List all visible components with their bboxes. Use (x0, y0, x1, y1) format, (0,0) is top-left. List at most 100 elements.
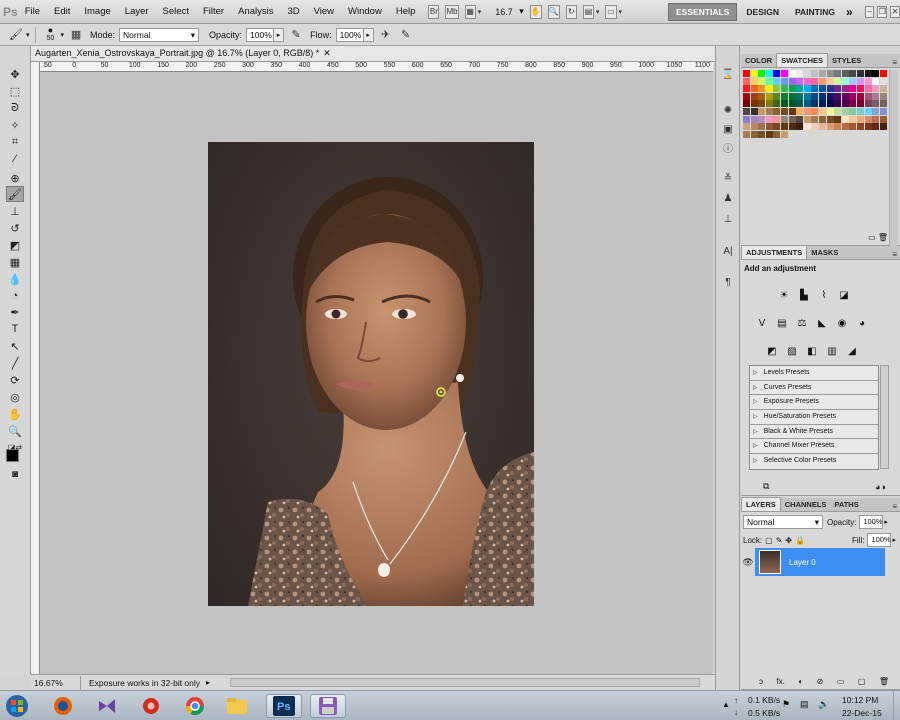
panel-menu-icon[interactable]: ≡ (889, 250, 900, 259)
preset-item[interactable]: ▷ Hue/Saturation Presets (750, 410, 878, 425)
color-swatch[interactable] (872, 108, 880, 115)
clip-to-layer-icon[interactable]: ⧉ (763, 481, 769, 492)
color-swatch[interactable] (781, 115, 788, 123)
color-swatch[interactable] (879, 100, 887, 108)
chrome-icon[interactable] (180, 694, 210, 718)
color-swatch[interactable] (834, 85, 842, 93)
eye-icon[interactable]: 👁 (741, 548, 755, 576)
hue-saturation-icon[interactable]: ▤ (775, 316, 789, 330)
color-swatch[interactable] (781, 130, 788, 138)
pressure-opacity-icon[interactable]: ✎ (288, 27, 304, 43)
preset-item[interactable]: ▷ Selective Color Presets (750, 454, 878, 469)
delete-layer-icon[interactable]: 🗑 (879, 677, 889, 686)
brush-panel-icon[interactable]: ≚ (720, 170, 736, 186)
color-swatch[interactable] (819, 123, 826, 131)
color-swatch[interactable] (864, 108, 872, 115)
color-swatch[interactable] (864, 92, 872, 100)
vibrance-icon[interactable]: V (755, 316, 769, 330)
color-swatch[interactable] (841, 85, 849, 93)
color-swatch[interactable] (879, 108, 887, 115)
color-swatch[interactable] (841, 123, 849, 131)
brush-tool-icon[interactable]: 🖌 (6, 186, 24, 202)
color-swatch[interactable] (819, 77, 826, 85)
type-tool-icon[interactable]: T (6, 321, 24, 337)
3d-rotate-tool-icon[interactable]: ⟳ (6, 372, 24, 388)
chevron-down-icon[interactable]: ▾ (26, 31, 30, 39)
info-panel-icon[interactable]: ⓘ (720, 139, 736, 155)
color-swatch[interactable] (841, 77, 849, 85)
photoshop-taskbar-icon[interactable]: Ps (266, 694, 302, 718)
workspace-essentials[interactable]: ESSENTIALS (668, 2, 738, 21)
lock-all-icon[interactable]: 🔒 (795, 536, 805, 545)
color-swatch[interactable] (826, 115, 834, 123)
color-swatch[interactable] (849, 70, 857, 77)
color-swatch[interactable] (819, 85, 826, 93)
visual-studio-icon[interactable] (92, 694, 122, 718)
path-selection-tool-icon[interactable]: ↖ (6, 338, 24, 354)
brightness-contrast-icon[interactable]: ☀ (777, 288, 791, 302)
preset-item[interactable]: ▷ Black & White Presets (750, 425, 878, 440)
menu-help[interactable]: Help (389, 0, 423, 24)
color-swatch[interactable] (743, 70, 750, 77)
color-swatch[interactable] (826, 108, 834, 115)
menu-analysis[interactable]: Analysis (231, 0, 280, 24)
preset-item[interactable]: ▷ Levels Presets (750, 366, 878, 381)
color-swatch[interactable] (750, 115, 758, 123)
color-swatch[interactable] (811, 85, 819, 93)
menu-3d[interactable]: 3D (280, 0, 306, 24)
add-style-icon[interactable]: fx. (776, 677, 784, 686)
opacity-slider-toggle[interactable]: ▸ (274, 27, 285, 42)
color-swatch[interactable] (758, 100, 766, 108)
color-swatch[interactable] (864, 70, 872, 77)
chevron-down-icon[interactable]: ▾ (619, 8, 623, 16)
color-swatch[interactable] (879, 115, 887, 123)
color-swatch[interactable] (788, 108, 796, 115)
menu-window[interactable]: Window (341, 0, 389, 24)
preset-item[interactable]: ▷ Curves Presets (750, 381, 878, 396)
color-swatch[interactable] (796, 100, 804, 108)
black-white-icon[interactable]: ◣ (815, 316, 829, 330)
tab-masks[interactable]: MASKS (807, 246, 842, 259)
color-swatch[interactable] (819, 108, 826, 115)
color-swatch[interactable] (796, 115, 804, 123)
brush-panel-icon[interactable]: ▦ (68, 27, 84, 43)
healing-brush-tool-icon[interactable]: ⊕ (6, 170, 24, 186)
color-balance-icon[interactable]: ⚖ (795, 316, 809, 330)
color-swatch[interactable] (803, 85, 811, 93)
color-swatch[interactable] (834, 92, 842, 100)
tab-color[interactable]: COLOR (741, 54, 776, 67)
action-center-icon[interactable]: ⚑ (782, 699, 790, 710)
lock-image-icon[interactable]: ✎ (776, 536, 783, 545)
color-swatch[interactable] (864, 100, 872, 108)
close-document-icon[interactable]: ✕ (323, 48, 331, 58)
color-swatch[interactable] (826, 85, 834, 93)
color-swatch[interactable] (758, 115, 766, 123)
color-swatch[interactable] (765, 100, 773, 108)
color-swatch[interactable] (841, 92, 849, 100)
opera-icon[interactable] (136, 694, 166, 718)
menu-view[interactable]: View (307, 0, 341, 24)
tray-expand-icon[interactable]: ▲ (722, 700, 730, 709)
color-swatch[interactable] (750, 100, 758, 108)
color-swatch[interactable] (803, 108, 811, 115)
preset-item[interactable]: ▷ Exposure Presets (750, 395, 878, 411)
tab-swatches[interactable]: SWATCHES (776, 53, 829, 67)
color-swatch[interactable] (857, 70, 864, 77)
hand-tool-button[interactable]: ✋ (529, 4, 542, 19)
color-swatch[interactable] (857, 100, 864, 108)
preset-item[interactable]: ▷ Channel Mixer Presets (750, 439, 878, 455)
lock-transparent-icon[interactable]: ▢ (765, 536, 773, 545)
horizontal-scrollbar[interactable] (230, 678, 700, 687)
color-swatch[interactable] (826, 100, 834, 108)
tab-layers[interactable]: LAYERS (741, 497, 781, 511)
menu-edit[interactable]: Edit (47, 0, 77, 24)
color-swatch[interactable] (826, 123, 834, 131)
color-swatch[interactable] (803, 100, 811, 108)
chevron-right-icon[interactable]: ▸ (884, 518, 888, 526)
color-swatch[interactable] (796, 123, 804, 131)
flow-slider-toggle[interactable]: ▸ (363, 27, 374, 42)
chevron-down-icon[interactable]: ▾ (478, 8, 482, 16)
brush-preset-icon[interactable]: 🖌 (8, 27, 24, 43)
color-swatch[interactable] (864, 85, 872, 93)
color-swatch[interactable] (857, 77, 864, 85)
